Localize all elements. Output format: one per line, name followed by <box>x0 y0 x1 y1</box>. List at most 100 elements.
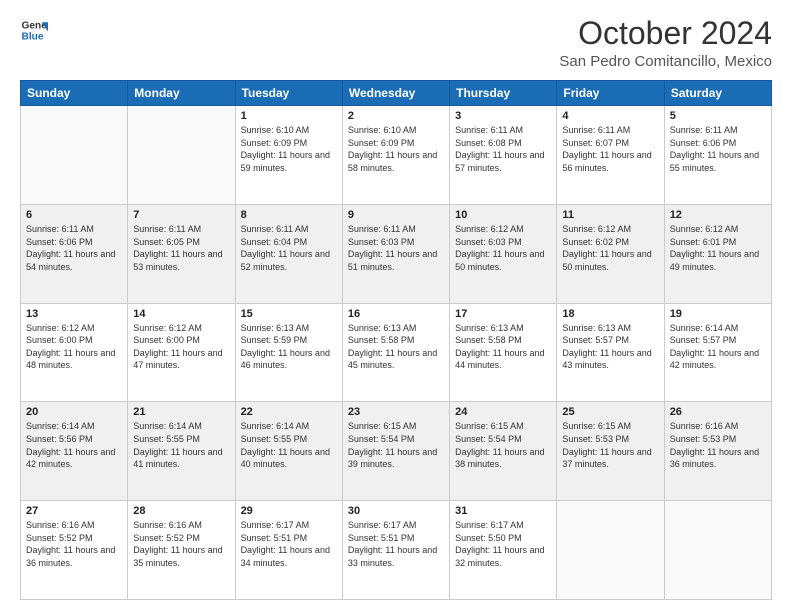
day-number: 23 <box>348 406 444 418</box>
day-info: Sunrise: 6:12 AMSunset: 6:01 PMDaylight:… <box>670 223 766 273</box>
calendar-table: Sunday Monday Tuesday Wednesday Thursday… <box>20 80 772 600</box>
day-info: Sunrise: 6:15 AMSunset: 5:54 PMDaylight:… <box>455 420 551 470</box>
day-number: 15 <box>241 308 337 320</box>
main-title: October 2024 <box>559 16 772 51</box>
cell-5-1: 27 Sunrise: 6:16 AMSunset: 5:52 PMDayligh… <box>21 501 128 600</box>
day-info: Sunrise: 6:11 AMSunset: 6:06 PMDaylight:… <box>670 124 766 174</box>
day-number: 7 <box>133 209 229 221</box>
day-number: 25 <box>562 406 658 418</box>
day-number: 11 <box>562 209 658 221</box>
cell-4-7: 26 Sunrise: 6:16 AMSunset: 5:53 PMDayligh… <box>664 402 771 501</box>
col-saturday: Saturday <box>664 81 771 106</box>
day-number: 12 <box>670 209 766 221</box>
day-info: Sunrise: 6:13 AMSunset: 5:57 PMDaylight:… <box>562 322 658 372</box>
day-info: Sunrise: 6:11 AMSunset: 6:08 PMDaylight:… <box>455 124 551 174</box>
day-number: 30 <box>348 505 444 517</box>
day-info: Sunrise: 6:12 AMSunset: 6:03 PMDaylight:… <box>455 223 551 273</box>
page: General Blue General Blue October 2024 S… <box>0 0 792 612</box>
cell-2-3: 8 Sunrise: 6:11 AMSunset: 6:04 PMDaylight… <box>235 204 342 303</box>
day-info: Sunrise: 6:14 AMSunset: 5:57 PMDaylight:… <box>670 322 766 372</box>
week-row-5: 27 Sunrise: 6:16 AMSunset: 5:52 PMDayligh… <box>21 501 772 600</box>
cell-1-6: 4 Sunrise: 6:11 AMSunset: 6:07 PMDaylight… <box>557 106 664 205</box>
cell-3-2: 14Sunrise: 6:12 AMSunset: 6:00 PMDayligh… <box>128 303 235 402</box>
week-row-4: 20 Sunrise: 6:14 AMSunset: 5:56 PMDayligh… <box>21 402 772 501</box>
day-number: 21 <box>133 406 229 418</box>
cell-3-5: 17Sunrise: 6:13 AMSunset: 5:58 PMDayligh… <box>450 303 557 402</box>
cell-2-1: 6 Sunrise: 6:11 AMSunset: 6:06 PMDaylight… <box>21 204 128 303</box>
day-number: 28 <box>133 505 229 517</box>
cell-1-2 <box>128 106 235 205</box>
day-number: 19 <box>670 308 766 320</box>
cell-2-5: 10 Sunrise: 6:12 AMSunset: 6:03 PMDayligh… <box>450 204 557 303</box>
cell-3-7: 19 Sunrise: 6:14 AMSunset: 5:57 PMDayligh… <box>664 303 771 402</box>
day-number: 27 <box>26 505 122 517</box>
header: General Blue General Blue October 2024 S… <box>20 16 772 70</box>
day-info: Sunrise: 6:14 AMSunset: 5:55 PMDaylight:… <box>241 420 337 470</box>
day-number: 3 <box>455 110 551 122</box>
cell-4-6: 25Sunrise: 6:15 AMSunset: 5:53 PMDayligh… <box>557 402 664 501</box>
day-info: Sunrise: 6:11 AMSunset: 6:03 PMDaylight:… <box>348 223 444 273</box>
cell-3-6: 18 Sunrise: 6:13 AMSunset: 5:57 PMDayligh… <box>557 303 664 402</box>
cell-2-4: 9 Sunrise: 6:11 AMSunset: 6:03 PMDaylight… <box>342 204 449 303</box>
day-info: Sunrise: 6:16 AMSunset: 5:52 PMDaylight:… <box>133 519 229 569</box>
cell-2-6: 11 Sunrise: 6:12 AMSunset: 6:02 PMDayligh… <box>557 204 664 303</box>
day-info: Sunrise: 6:17 AMSunset: 5:51 PMDaylight:… <box>348 519 444 569</box>
day-number: 8 <box>241 209 337 221</box>
day-info: Sunrise: 6:15 AMSunset: 5:54 PMDaylight:… <box>348 420 444 470</box>
cell-1-1 <box>21 106 128 205</box>
calendar-header-row: Sunday Monday Tuesday Wednesday Thursday… <box>21 81 772 106</box>
day-info: Sunrise: 6:16 AMSunset: 5:52 PMDaylight:… <box>26 519 122 569</box>
day-info: Sunrise: 6:12 AMSunset: 6:02 PMDaylight:… <box>562 223 658 273</box>
subtitle: San Pedro Comitancillo, Mexico <box>559 53 772 70</box>
day-info: Sunrise: 6:16 AMSunset: 5:53 PMDaylight:… <box>670 420 766 470</box>
cell-4-3: 22Sunrise: 6:14 AMSunset: 5:55 PMDayligh… <box>235 402 342 501</box>
week-row-2: 6 Sunrise: 6:11 AMSunset: 6:06 PMDaylight… <box>21 204 772 303</box>
day-number: 26 <box>670 406 766 418</box>
cell-3-3: 15 Sunrise: 6:13 AMSunset: 5:59 PMDayligh… <box>235 303 342 402</box>
cell-2-2: 7 Sunrise: 6:11 AMSunset: 6:05 PMDaylight… <box>128 204 235 303</box>
day-number: 5 <box>670 110 766 122</box>
day-info: Sunrise: 6:13 AMSunset: 5:59 PMDaylight:… <box>241 322 337 372</box>
day-info: Sunrise: 6:14 AMSunset: 5:55 PMDaylight:… <box>133 420 229 470</box>
cell-4-1: 20 Sunrise: 6:14 AMSunset: 5:56 PMDayligh… <box>21 402 128 501</box>
day-number: 24 <box>455 406 551 418</box>
day-number: 2 <box>348 110 444 122</box>
cell-4-4: 23 Sunrise: 6:15 AMSunset: 5:54 PMDayligh… <box>342 402 449 501</box>
day-number: 10 <box>455 209 551 221</box>
day-number: 18 <box>562 308 658 320</box>
cell-5-3: 29Sunrise: 6:17 AMSunset: 5:51 PMDayligh… <box>235 501 342 600</box>
cell-5-5: 31Sunrise: 6:17 AMSunset: 5:50 PMDayligh… <box>450 501 557 600</box>
cell-2-7: 12 Sunrise: 6:12 AMSunset: 6:01 PMDayligh… <box>664 204 771 303</box>
day-number: 14 <box>133 308 229 320</box>
cell-1-7: 5 Sunrise: 6:11 AMSunset: 6:06 PMDaylight… <box>664 106 771 205</box>
day-number: 4 <box>562 110 658 122</box>
cell-1-4: 2Sunrise: 6:10 AMSunset: 6:09 PMDaylight… <box>342 106 449 205</box>
week-row-1: 1Sunrise: 6:10 AMSunset: 6:09 PMDaylight… <box>21 106 772 205</box>
cell-5-4: 30 Sunrise: 6:17 AMSunset: 5:51 PMDayligh… <box>342 501 449 600</box>
day-info: Sunrise: 6:10 AMSunset: 6:09 PMDaylight:… <box>241 124 337 174</box>
day-number: 20 <box>26 406 122 418</box>
cell-5-7 <box>664 501 771 600</box>
day-info: Sunrise: 6:11 AMSunset: 6:06 PMDaylight:… <box>26 223 122 273</box>
cell-4-5: 24 Sunrise: 6:15 AMSunset: 5:54 PMDayligh… <box>450 402 557 501</box>
title-area: October 2024 San Pedro Comitancillo, Mex… <box>559 16 772 70</box>
cell-5-6 <box>557 501 664 600</box>
col-sunday: Sunday <box>21 81 128 106</box>
day-number: 9 <box>348 209 444 221</box>
svg-text:Blue: Blue <box>22 31 44 42</box>
day-info: Sunrise: 6:14 AMSunset: 5:56 PMDaylight:… <box>26 420 122 470</box>
day-info: Sunrise: 6:11 AMSunset: 6:05 PMDaylight:… <box>133 223 229 273</box>
col-wednesday: Wednesday <box>342 81 449 106</box>
day-info: Sunrise: 6:11 AMSunset: 6:07 PMDaylight:… <box>562 124 658 174</box>
cell-3-1: 13Sunrise: 6:12 AMSunset: 6:00 PMDayligh… <box>21 303 128 402</box>
day-info: Sunrise: 6:13 AMSunset: 5:58 PMDaylight:… <box>348 322 444 372</box>
col-monday: Monday <box>128 81 235 106</box>
day-info: Sunrise: 6:11 AMSunset: 6:04 PMDaylight:… <box>241 223 337 273</box>
cell-5-2: 28 Sunrise: 6:16 AMSunset: 5:52 PMDayligh… <box>128 501 235 600</box>
cell-1-3: 1Sunrise: 6:10 AMSunset: 6:09 PMDaylight… <box>235 106 342 205</box>
day-info: Sunrise: 6:13 AMSunset: 5:58 PMDaylight:… <box>455 322 551 372</box>
cell-1-5: 3 Sunrise: 6:11 AMSunset: 6:08 PMDaylight… <box>450 106 557 205</box>
day-number: 6 <box>26 209 122 221</box>
day-info: Sunrise: 6:12 AMSunset: 6:00 PMDaylight:… <box>26 322 122 372</box>
day-info: Sunrise: 6:17 AMSunset: 5:51 PMDaylight:… <box>241 519 337 569</box>
